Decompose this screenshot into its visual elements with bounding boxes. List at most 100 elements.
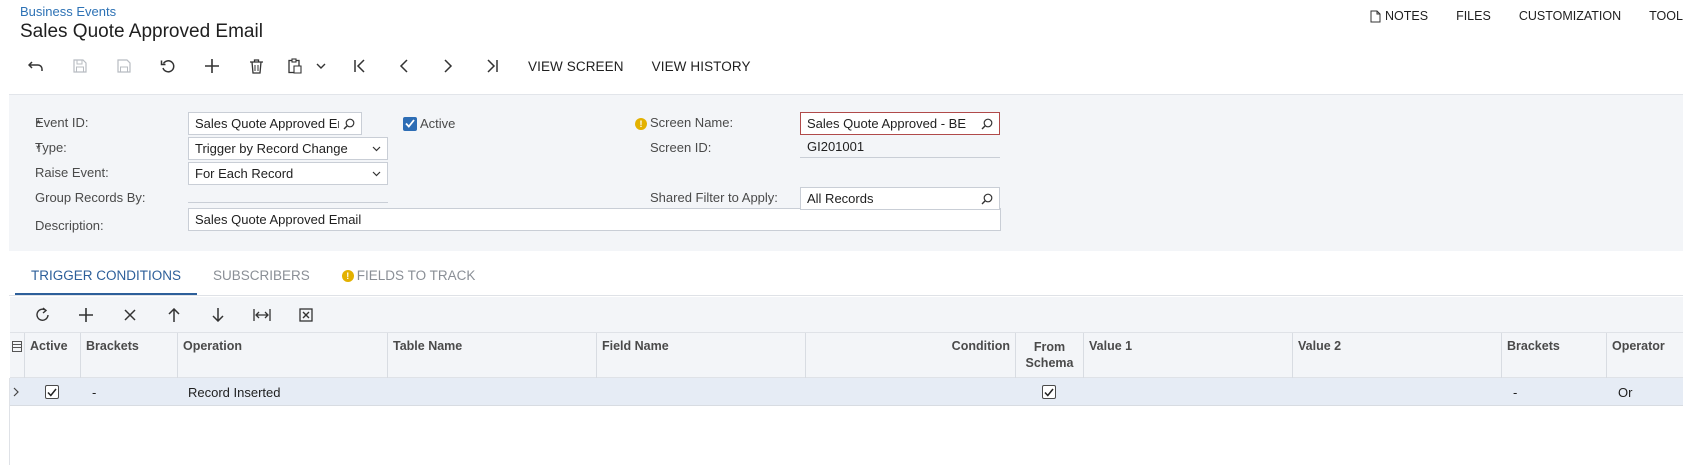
column-header[interactable]: Operator <box>1606 333 1683 378</box>
breadcrumb[interactable]: Business Events <box>20 4 116 19</box>
clipboard-icon <box>288 58 302 74</box>
add-button[interactable] <box>190 52 234 80</box>
tab-label: SUBSCRIBERS <box>213 268 310 283</box>
last-record-button[interactable] <box>470 52 514 80</box>
first-record-button[interactable] <box>338 52 382 80</box>
column-header[interactable]: Brackets <box>1501 333 1606 378</box>
warning-icon: ! <box>341 270 354 282</box>
type-dropdown[interactable]: Trigger by Record Change <box>188 137 388 160</box>
cancel-icon <box>160 60 175 73</box>
checkbox-checked-icon <box>403 116 417 131</box>
row-brackets-close[interactable]: - <box>1507 378 1606 406</box>
add-row-icon <box>79 307 93 322</box>
first-record-icon <box>354 59 365 73</box>
description-field[interactable]: Sales Quote Approved Email <box>188 208 1001 231</box>
search-icon[interactable] <box>977 193 993 205</box>
refresh-button[interactable] <box>20 300 64 330</box>
move-up-icon <box>168 307 180 322</box>
shared-filter-field[interactable]: All Records <box>800 187 1000 210</box>
row-operation[interactable]: Record Inserted <box>182 378 387 406</box>
main-toolbar: VIEW SCREEN VIEW HISTORY <box>14 52 765 80</box>
grid-header: Active Brackets Operation Table Name Fie… <box>10 332 1683 378</box>
delete-icon <box>249 58 263 74</box>
column-header[interactable]: Value 1 <box>1083 333 1292 378</box>
note-icon <box>1370 10 1381 22</box>
tools-link[interactable]: TOOLS <box>1649 9 1683 23</box>
tab-divider <box>9 295 1683 296</box>
column-header[interactable]: Field Name <box>596 333 805 378</box>
warning-icon: ! <box>635 118 647 130</box>
screen-name-field[interactable]: Sales Quote Approved - BE <box>800 112 1000 135</box>
row-from-schema-checkbox[interactable] <box>1015 378 1083 406</box>
search-icon[interactable] <box>339 118 355 130</box>
row-field-name[interactable] <box>596 378 805 406</box>
move-up-button[interactable] <box>152 300 196 330</box>
fit-columns-button[interactable] <box>240 300 284 330</box>
column-header[interactable]: Condition <box>805 333 1015 378</box>
row-value1[interactable] <box>1083 378 1292 406</box>
delete-button[interactable] <box>234 52 278 80</box>
column-header[interactable]: From Schema <box>1015 333 1083 378</box>
view-history-button[interactable]: VIEW HISTORY <box>652 59 751 74</box>
customization-link[interactable]: CUSTOMIZATION <box>1519 9 1621 23</box>
event-id-field[interactable]: Sales Quote Approved Email <box>188 112 362 135</box>
grid-left-border <box>9 378 10 465</box>
column-header[interactable]: Table Name <box>387 333 596 378</box>
row-brackets-open[interactable]: - <box>86 378 177 406</box>
type-label: Type: <box>35 140 67 155</box>
row-table-name[interactable] <box>387 378 596 406</box>
next-record-button[interactable] <box>426 52 470 80</box>
column-header[interactable]: Value 2 <box>1292 333 1501 378</box>
notes-link[interactable]: NOTES <box>1370 9 1428 23</box>
tab-bar: TRIGGER CONDITIONS SUBSCRIBERS ! FIELDS … <box>15 258 491 296</box>
previous-record-button[interactable] <box>382 52 426 80</box>
clipboard-dropdown[interactable] <box>312 52 330 80</box>
clipboard-button[interactable] <box>278 52 312 80</box>
files-link[interactable]: FILES <box>1456 9 1491 23</box>
next-icon <box>444 59 453 73</box>
save-icon <box>73 59 87 73</box>
undo-icon <box>28 61 43 71</box>
export-excel-icon <box>299 307 313 322</box>
tab-label: FIELDS TO TRACK <box>356 268 476 283</box>
raise-event-dropdown[interactable]: For Each Record <box>188 162 388 185</box>
row-active-checkbox[interactable] <box>24 378 80 406</box>
tab-label: TRIGGER CONDITIONS <box>31 268 182 283</box>
column-settings-icon[interactable] <box>10 339 24 353</box>
row-value2[interactable] <box>1292 378 1501 406</box>
cancel-button[interactable] <box>146 52 190 80</box>
shared-filter-value: All Records <box>807 191 874 206</box>
export-excel-button[interactable] <box>284 300 328 330</box>
row-expand-icon[interactable] <box>10 378 24 406</box>
move-down-button[interactable] <box>196 300 240 330</box>
notes-label: NOTES <box>1385 9 1429 23</box>
move-down-icon <box>212 307 224 322</box>
column-header[interactable]: Brackets <box>80 333 177 378</box>
column-header[interactable]: Active <box>24 333 80 378</box>
screen-id-field: GI201001 <box>800 135 1000 158</box>
search-icon[interactable] <box>977 118 993 130</box>
checkbox-checked-icon <box>1042 385 1056 399</box>
screen-id-value: GI201001 <box>807 138 865 154</box>
add-row-button[interactable] <box>64 300 108 330</box>
view-screen-button[interactable]: VIEW SCREEN <box>528 59 624 74</box>
tab-fields-to-track[interactable]: ! FIELDS TO TRACK <box>326 258 492 296</box>
row-condition[interactable] <box>805 378 1015 406</box>
fit-columns-icon <box>253 308 271 321</box>
chevron-down-icon <box>365 146 381 152</box>
column-header[interactable]: Operation <box>177 333 387 378</box>
undo-button[interactable] <box>14 52 58 80</box>
save-close-button[interactable] <box>102 52 146 80</box>
group-records-field[interactable] <box>188 202 388 203</box>
save-button[interactable] <box>58 52 102 80</box>
add-icon <box>205 59 219 73</box>
last-record-icon <box>487 59 498 73</box>
tab-trigger-conditions[interactable]: TRIGGER CONDITIONS <box>15 258 198 296</box>
save-close-icon <box>117 59 131 73</box>
active-checkbox[interactable]: Active <box>403 116 455 131</box>
row-operator[interactable]: Or <box>1612 378 1683 406</box>
screen-name-label: Screen Name: <box>650 115 734 130</box>
tab-subscribers[interactable]: SUBSCRIBERS <box>197 258 326 296</box>
delete-row-button[interactable] <box>108 300 152 330</box>
table-row[interactable]: - Record Inserted - Or <box>10 378 1683 406</box>
